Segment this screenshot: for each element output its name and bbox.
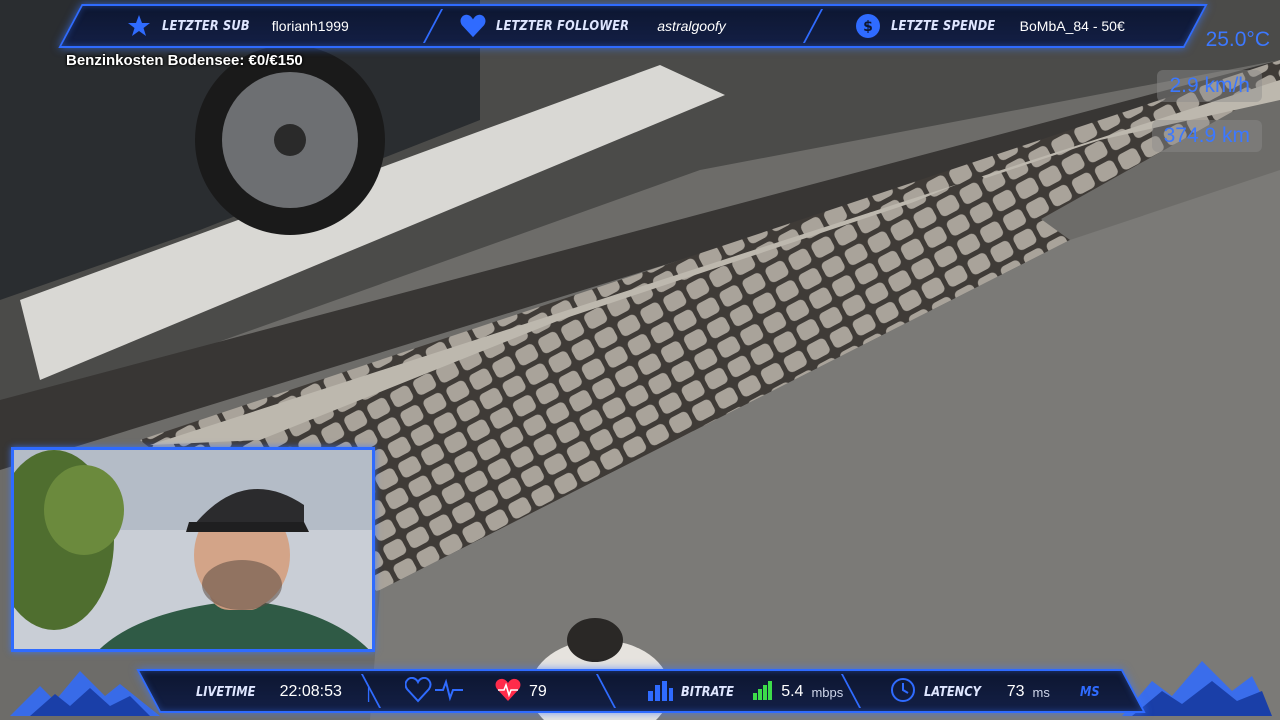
distance-readout: 374.9 km xyxy=(1151,120,1262,152)
bitrate-unit: mbps xyxy=(811,684,844,700)
latency-unit-tag: MS xyxy=(1079,684,1100,700)
star-icon xyxy=(126,13,152,39)
bitrate-label: BITRATE xyxy=(681,684,734,700)
mountain-decoration-left xyxy=(10,671,160,716)
separator-icon: | xyxy=(365,682,372,702)
signal-strength-icon xyxy=(753,680,773,704)
heart-rate-segment: 79 xyxy=(404,669,547,715)
dollar-coin-icon: $ xyxy=(855,13,881,39)
livetime-segment: LIVETIME 22:08:53 | xyxy=(196,669,371,715)
mountain-decoration-right xyxy=(1122,661,1272,716)
clock-icon xyxy=(890,677,916,707)
bitrate-segment: BITRATE 5.4 mbps xyxy=(647,669,843,715)
latency-value: 73 xyxy=(1006,683,1025,700)
latency-segment: LATENCY 73 ms MS xyxy=(890,669,1102,715)
last-sub-label: LETZTER SUB xyxy=(162,18,250,34)
bitrate-value: 5.4 xyxy=(781,683,804,700)
temperature-readout: 25.0°C xyxy=(1205,28,1270,51)
last-follower-name: astralgoofy xyxy=(657,18,726,34)
heart-rate-value: 79 xyxy=(529,683,547,700)
fuel-costs-goal: Benzinkosten Bodensee: €0/€150 xyxy=(66,52,303,69)
latency-label: LATENCY xyxy=(924,684,981,700)
latency-unit: ms xyxy=(1032,684,1050,700)
heart-outline-icon xyxy=(404,676,465,707)
last-donation-label: LETZTE SPENDE xyxy=(891,18,996,34)
last-sub-name: florianh1999 xyxy=(271,18,349,34)
last-donation-segment: $ LETZTE SPENDE BoMbA_84 - 50€ xyxy=(855,4,1125,48)
livetime-label: LIVETIME xyxy=(196,684,256,700)
last-donation-value: BoMbA_84 - 50€ xyxy=(1019,18,1125,34)
last-follower-segment: LETZTER FOLLOWER astralgoofy xyxy=(460,4,726,48)
heart-icon xyxy=(460,13,486,39)
livetime-value: 22:08:53 xyxy=(279,683,342,700)
last-follower-label: LETZTER FOLLOWER xyxy=(496,18,630,34)
bar-chart-icon xyxy=(647,679,673,705)
svg-text:$: $ xyxy=(863,19,873,35)
heart-pulse-icon xyxy=(495,678,521,706)
speed-readout: 2.9 km/h xyxy=(1157,70,1262,102)
last-sub-segment: LETZTER SUB florianh1999 xyxy=(126,4,349,48)
streamer-webcam xyxy=(11,447,375,652)
